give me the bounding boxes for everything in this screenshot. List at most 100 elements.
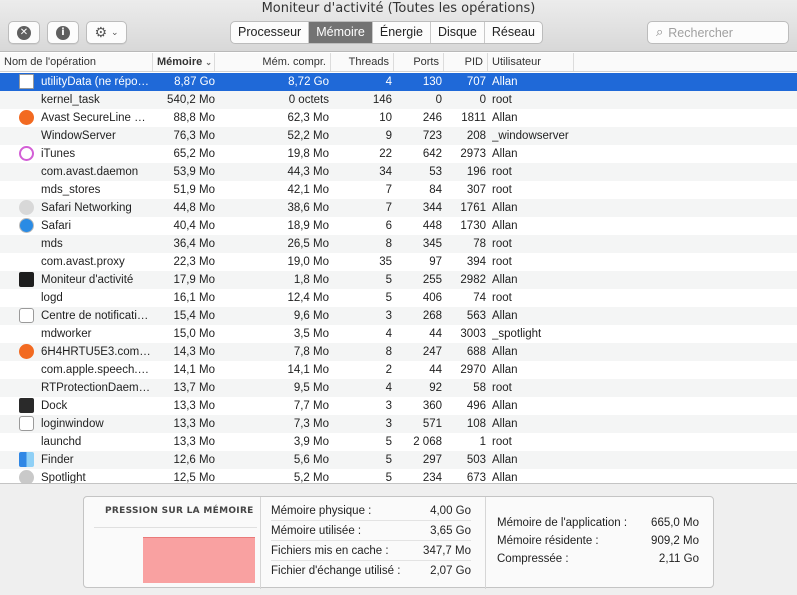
tab-disque[interactable]: Disque	[431, 22, 485, 43]
process-memory: 40,4 Mo	[173, 220, 215, 232]
process-ports: 84	[429, 184, 442, 196]
column-header-memory[interactable]: Mémoire ⌄	[153, 53, 215, 71]
table-row[interactable]: Finder 12,6 Mo 5,6 Mo 5 297 503 Allan	[0, 451, 797, 469]
process-memory: 36,4 Mo	[173, 238, 215, 250]
column-header-user[interactable]: Utilisateur	[488, 53, 574, 71]
process-ports: 53	[429, 166, 442, 178]
process-compressed-memory: 0 octets	[288, 94, 329, 106]
process-user: root	[492, 94, 512, 106]
process-user: Allan	[492, 400, 518, 412]
column-header-pid[interactable]: PID	[444, 53, 488, 71]
table-row[interactable]: WindowServer 76,3 Mo 52,2 Mo 9 723 208 _window…	[0, 127, 797, 145]
process-memory: 14,1 Mo	[173, 364, 215, 376]
process-name: mds_stores	[41, 184, 101, 196]
process-name: Spotlight	[41, 472, 86, 483]
process-threads: 4	[385, 328, 392, 340]
table-row[interactable]: mds 36,4 Mo 26,5 Mo 8 345 78 root	[0, 235, 797, 253]
process-compressed-memory: 7,3 Mo	[293, 418, 329, 430]
quit-process-button[interactable]: ✕	[8, 21, 40, 44]
process-ports: 44	[429, 328, 442, 340]
process-ports: 247	[422, 346, 442, 358]
process-compressed-memory: 8,72 Go	[288, 76, 329, 88]
table-row[interactable]: Spotlight 12,5 Mo 5,2 Mo 5 234 673 Allan	[0, 469, 797, 483]
stat-cached-files: Fichiers mis en cache : 347,7 Mo	[271, 541, 471, 561]
process-threads: 3	[385, 310, 392, 322]
process-memory: 44,8 Mo	[173, 202, 215, 214]
column-header-threads[interactable]: Threads	[331, 53, 394, 71]
process-threads: 3	[385, 400, 392, 412]
process-user: root	[492, 436, 512, 448]
spotlight-icon	[19, 470, 34, 483]
stat-label: Mémoire utilisée :	[271, 525, 362, 537]
process-name: Centre de notificati…	[41, 310, 149, 322]
column-header-name[interactable]: Nom de l'opération	[0, 53, 153, 71]
process-user: Allan	[492, 220, 518, 232]
tab-processeur[interactable]: Processeur	[231, 22, 310, 43]
process-threads: 4	[385, 382, 392, 394]
column-header-label: Mém. compr.	[262, 56, 326, 68]
table-row[interactable]: com.avast.daemon 53,9 Mo 44,3 Mo 34 53 196 roo…	[0, 163, 797, 181]
column-header-ports[interactable]: Ports	[394, 53, 444, 71]
table-row[interactable]: utilityData (ne répo… 8,87 Go 8,72 Go 4 130 7…	[0, 73, 797, 91]
stat-used-memory: Mémoire utilisée : 3,65 Go	[271, 521, 471, 541]
process-pid: 2970	[460, 364, 486, 376]
table-row[interactable]: mdworker 15,0 Mo 3,5 Mo 4 44 3003 _spotlight	[0, 325, 797, 343]
table-row[interactable]: Safari Networking 44,8 Mo 38,6 Mo 7 344 1761 A…	[0, 199, 797, 217]
process-user: root	[492, 184, 512, 196]
process-threads: 5	[385, 454, 392, 466]
process-table[interactable]: utilityData (ne répo… 8,87 Go 8,72 Go 4 130 7…	[0, 73, 797, 483]
column-header-compressed[interactable]: Mém. compr.	[215, 53, 331, 71]
process-name: Safari Networking	[41, 202, 132, 214]
actions-menu-button[interactable]: ⚙ ⌄	[86, 21, 127, 44]
process-compressed-memory: 18,9 Mo	[287, 220, 329, 232]
table-row[interactable]: Dock 13,3 Mo 7,7 Mo 3 360 496 Allan	[0, 397, 797, 415]
process-threads: 7	[385, 184, 392, 196]
process-pid: 1	[479, 436, 486, 448]
process-threads: 8	[385, 238, 392, 250]
process-pid: 1811	[461, 112, 486, 124]
table-row[interactable]: Avast SecureLine V… 88,8 Mo 62,3 Mo 10 246 18…	[0, 109, 797, 127]
inspect-process-button[interactable]: i	[47, 21, 79, 44]
table-row[interactable]: logd 16,1 Mo 12,4 Mo 5 406 74 root	[0, 289, 797, 307]
process-name: Safari	[41, 220, 72, 232]
table-row[interactable]: Centre de notificati… 15,4 Mo 9,6 Mo 3 268 56…	[0, 307, 797, 325]
process-name: utilityData (ne répo…	[41, 76, 150, 88]
table-row[interactable]: com.avast.proxy 22,3 Mo 19,0 Mo 35 97 394 root	[0, 253, 797, 271]
process-compressed-memory: 7,8 Mo	[293, 346, 329, 358]
tab-reseau[interactable]: Réseau	[485, 22, 542, 43]
process-pid: 707	[466, 76, 486, 88]
table-row[interactable]: mds_stores 51,9 Mo 42,1 Mo 7 84 307 root	[0, 181, 797, 199]
stat-label: Mémoire de l'application :	[497, 517, 628, 529]
table-row[interactable]: launchd 13,3 Mo 3,9 Mo 5 2 068 1 root	[0, 433, 797, 451]
tab-memoire[interactable]: Mémoire	[309, 22, 373, 43]
tab-energie[interactable]: Énergie	[373, 22, 431, 43]
table-header: Nom de l'opération Mémoire ⌄ Mém. compr. …	[0, 53, 797, 72]
process-user: root	[492, 166, 512, 178]
memory-summary-panel: PRESSION SUR LA MÉMOIRE Mémoire physique…	[83, 496, 714, 589]
memory-pressure-title: PRESSION SUR LA MÉMOIRE	[105, 506, 254, 516]
process-compressed-memory: 9,5 Mo	[293, 382, 329, 394]
process-memory: 15,0 Mo	[173, 328, 215, 340]
process-pid: 496	[466, 400, 486, 412]
table-row[interactable]: Safari 40,4 Mo 18,9 Mo 6 448 1730 Allan	[0, 217, 797, 235]
search-input[interactable]	[668, 25, 779, 40]
process-compressed-memory: 62,3 Mo	[287, 112, 329, 124]
process-threads: 5	[385, 274, 392, 286]
process-name: Finder	[41, 454, 74, 466]
table-row[interactable]: Moniteur d'activité 17,9 Mo 1,8 Mo 5 255 2982…	[0, 271, 797, 289]
process-pid: 2973	[460, 148, 486, 160]
table-row[interactable]: 6H4HRTU5E3.com.… 14,3 Mo 7,8 Mo 8 247 688 Alla…	[0, 343, 797, 361]
process-pid: 503	[466, 454, 486, 466]
process-ports: 297	[422, 454, 442, 466]
table-row[interactable]: RTProtectionDaem… 13,7 Mo 9,5 Mo 4 92 58 root	[0, 379, 797, 397]
memory-pressure-graph	[94, 527, 257, 583]
table-row[interactable]: kernel_task 540,2 Mo 0 octets 146 0 0 root	[0, 91, 797, 109]
process-threads: 34	[379, 166, 392, 178]
process-user: Allan	[492, 346, 518, 358]
safari-icon	[19, 218, 34, 233]
table-row[interactable]: iTunes 65,2 Mo 19,8 Mo 22 642 2973 Allan	[0, 145, 797, 163]
table-row[interactable]: com.apple.speech.… 14,1 Mo 14,1 Mo 2 44 2970 A…	[0, 361, 797, 379]
process-pid: 0	[479, 94, 486, 106]
process-ports: 2 068	[413, 436, 442, 448]
table-row[interactable]: loginwindow 13,3 Mo 7,3 Mo 3 571 108 Allan	[0, 415, 797, 433]
